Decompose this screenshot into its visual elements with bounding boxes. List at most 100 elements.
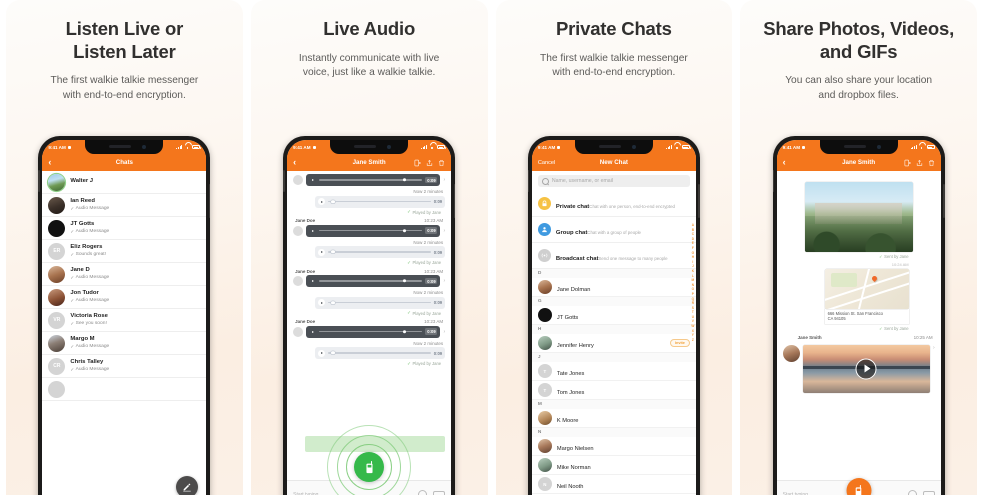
- alpha-index-letter[interactable]: E: [692, 241, 694, 245]
- alpha-index-letter[interactable]: X: [692, 329, 694, 333]
- audio-message-outgoing[interactable]: 0:09: [293, 195, 446, 208]
- chat-list-item[interactable]: ER Eliz Rogers ✓ Sounds great!: [42, 240, 207, 263]
- leave-chat-icon[interactable]: [414, 159, 421, 167]
- new-chat-option-broadcast[interactable]: Broadcast chatSend one message to many p…: [531, 243, 696, 269]
- contact-row[interactable]: K Moore: [531, 409, 696, 428]
- alpha-index-letter[interactable]: C: [692, 232, 694, 236]
- gallery-panel-4[interactable]: Share Photos, Videos, and GIFs You can a…: [740, 0, 977, 495]
- play-button[interactable]: [309, 176, 317, 184]
- push-to-talk-button[interactable]: [354, 452, 385, 482]
- chat-list-item[interactable]: Jane D ✓ Audio Message: [42, 263, 207, 286]
- alpha-index-letter[interactable]: M: [692, 278, 695, 282]
- alpha-index-letter[interactable]: I: [692, 260, 693, 264]
- alpha-index-letter[interactable]: R: [692, 301, 694, 305]
- audio-message-incoming[interactable]: 0:09 ›: [293, 174, 445, 186]
- alpha-index-letter[interactable]: G: [692, 251, 694, 255]
- alpha-index-letter[interactable]: U: [692, 315, 694, 319]
- new-chat-option-group[interactable]: Group chatChat with a group of people: [531, 217, 696, 243]
- contact-row[interactable]: N Neil Nooth: [531, 475, 696, 494]
- attachment-icon[interactable]: [907, 490, 917, 495]
- more-icon[interactable]: ›: [443, 329, 445, 335]
- audio-message-incoming[interactable]: 0:09 ›: [293, 275, 445, 287]
- audio-message-outgoing[interactable]: 0:09: [293, 347, 446, 359]
- gallery-panel-2[interactable]: Live Audio Instantly communicate with li…: [250, 0, 488, 495]
- contact-row[interactable]: JT Gotts: [531, 306, 696, 325]
- back-button[interactable]: ‹: [783, 158, 786, 167]
- gallery-panel-1[interactable]: Listen Live or Listen Later The first wa…: [6, 0, 243, 495]
- play-button[interactable]: [309, 328, 317, 335]
- contact-row[interactable]: Jennifer Henry Invite: [531, 334, 696, 353]
- chat-list-item[interactable]: CR Chris Talley ✓ Audio Message: [42, 355, 207, 378]
- shared-photo[interactable]: [804, 182, 913, 252]
- chat-list-item[interactable]: Jon Tudor ✓ Audio Message: [42, 286, 207, 309]
- cancel-button[interactable]: Cancel: [538, 160, 555, 166]
- back-button[interactable]: ‹: [293, 158, 296, 167]
- alpha-index-letter[interactable]: D: [692, 237, 694, 241]
- chat-list-item[interactable]: JT Gotts ✓ Audio Message: [42, 217, 207, 240]
- alpha-index-letter[interactable]: Z: [692, 338, 694, 342]
- audio-message-outgoing[interactable]: 0:09: [293, 296, 446, 309]
- chat-list-item[interactable]: Walter J: [42, 171, 207, 194]
- contact-row[interactable]: T Tate Jones: [531, 362, 696, 381]
- audio-message-incoming[interactable]: 0:09 ›: [293, 325, 445, 338]
- leave-chat-icon[interactable]: [904, 159, 911, 167]
- chat-list[interactable]: Walter J Ian Reed ✓ Audio Message JT Gotts…: [42, 171, 207, 495]
- new-chat-screen[interactable]: Name, username, or email Private chatCha…: [531, 171, 696, 495]
- alpha-index-letter[interactable]: B: [692, 228, 694, 232]
- sticker-icon[interactable]: [433, 490, 446, 495]
- play-button[interactable]: [318, 349, 326, 357]
- play-button[interactable]: [309, 277, 317, 285]
- trash-icon[interactable]: [438, 159, 445, 167]
- alphabet-index[interactable]: ABCDEFGHIJKLMNOPQRSTUVWXYZ: [691, 223, 694, 342]
- alpha-index-letter[interactable]: T: [692, 310, 694, 314]
- play-button[interactable]: [318, 299, 326, 306]
- alpha-index-letter[interactable]: L: [692, 274, 694, 278]
- share-icon[interactable]: [426, 159, 433, 167]
- share-icon[interactable]: [916, 159, 923, 167]
- more-icon[interactable]: ›: [443, 278, 445, 284]
- audio-message-incoming[interactable]: 0:09 ›: [293, 224, 445, 237]
- alpha-index-letter[interactable]: N: [692, 283, 694, 287]
- gallery-panel-3[interactable]: Private Chats The first walkie talkie me…: [495, 0, 733, 495]
- invite-badge[interactable]: Invite: [669, 339, 690, 347]
- alpha-index-letter[interactable]: F: [692, 246, 694, 250]
- alpha-index-letter[interactable]: Q: [692, 297, 694, 301]
- more-icon[interactable]: ›: [933, 345, 935, 351]
- new-chat-option-private[interactable]: Private chatChat with one person, end-to…: [531, 191, 696, 217]
- play-button[interactable]: [318, 248, 326, 256]
- play-button[interactable]: [855, 358, 877, 380]
- message-input-bar[interactable]: Start typing...: [287, 480, 452, 495]
- chat-list-item[interactable]: Margo M ✓ Audio Message: [42, 332, 207, 355]
- play-button[interactable]: [318, 198, 326, 205]
- alpha-index-letter[interactable]: J: [692, 264, 694, 268]
- contact-row[interactable]: Jane Dolman: [531, 278, 696, 297]
- alpha-index-letter[interactable]: Y: [692, 333, 694, 337]
- chat-list-item[interactable]: Ian Reed ✓ Audio Message: [42, 194, 207, 217]
- play-button[interactable]: [309, 227, 317, 234]
- alpha-index-letter[interactable]: H: [692, 255, 694, 259]
- alpha-index-letter[interactable]: W: [691, 324, 694, 328]
- compose-button[interactable]: [176, 476, 199, 495]
- alpha-index-letter[interactable]: K: [692, 269, 694, 273]
- sticker-icon[interactable]: [922, 490, 935, 495]
- alpha-index-letter[interactable]: V: [692, 319, 694, 323]
- audio-chat-thread[interactable]: 0:09 › Now 2 minutes 0:09 ✓ Played by Jan…: [287, 171, 452, 495]
- more-icon[interactable]: ›: [443, 177, 445, 183]
- media-chat-thread[interactable]: ✓ Sent by Jane 10:24 AM 666 Mission St. S…: [776, 171, 941, 495]
- alpha-index-letter[interactable]: P: [692, 292, 694, 296]
- shared-location-map[interactable]: [824, 269, 909, 309]
- more-icon[interactable]: ›: [443, 228, 445, 234]
- chat-list-item[interactable]: VR Victoria Rose ✓ See you soon!: [42, 309, 207, 332]
- alpha-index-letter[interactable]: O: [692, 287, 694, 291]
- search-input[interactable]: Name, username, or email: [552, 178, 613, 184]
- video-message-row[interactable]: ›: [777, 344, 941, 393]
- search-field[interactable]: Name, username, or email: [537, 175, 690, 187]
- trash-icon[interactable]: [928, 159, 935, 167]
- audio-message-outgoing[interactable]: 0:09: [293, 246, 446, 258]
- chat-list-item[interactable]: [42, 378, 207, 401]
- contact-row[interactable]: T Tom Jones: [531, 381, 696, 400]
- shared-video[interactable]: [802, 344, 930, 393]
- alpha-index-letter[interactable]: A: [692, 223, 694, 227]
- contact-row[interactable]: Margo Nielsen: [531, 437, 696, 456]
- attachment-icon[interactable]: [418, 490, 428, 495]
